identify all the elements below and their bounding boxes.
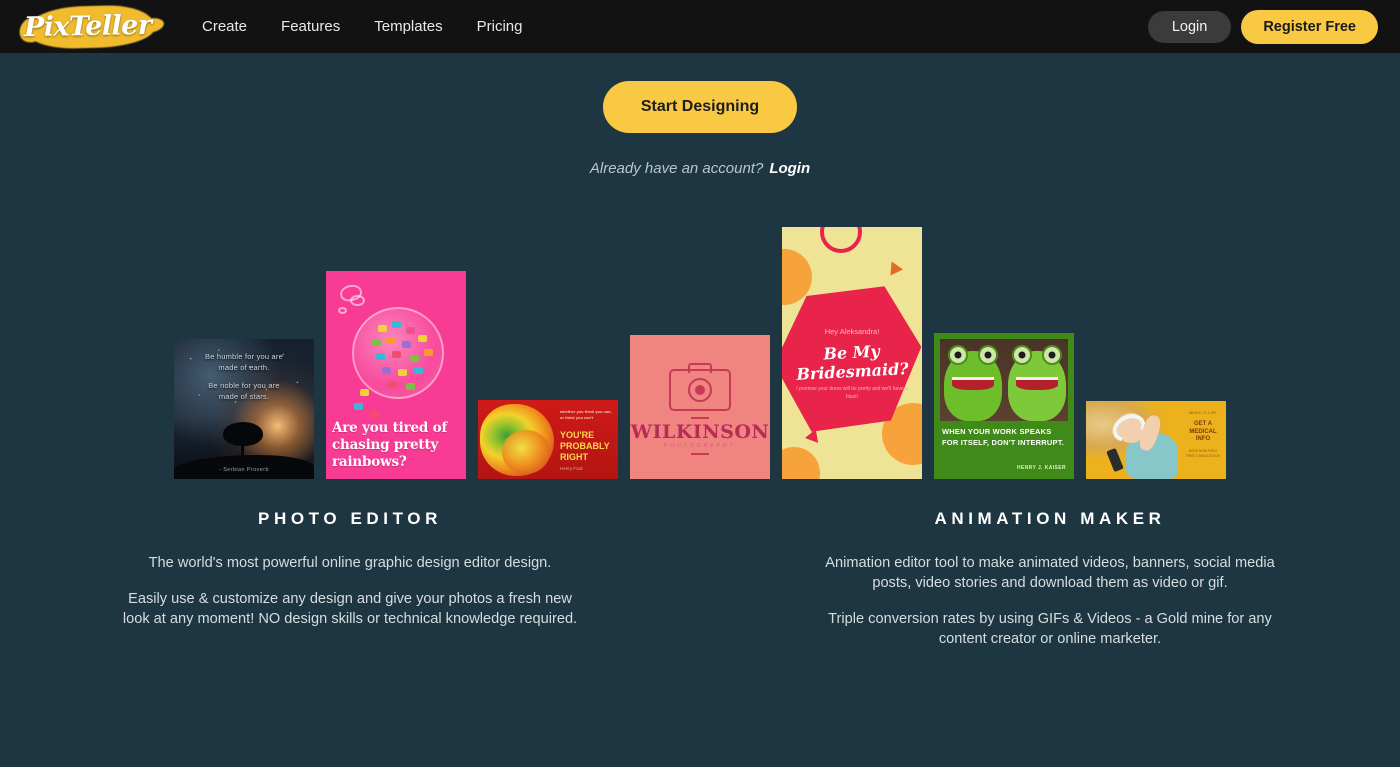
gallery-item-humble-stars-quote[interactable]: Be humble for you are made of earth. Be … [174,339,314,479]
feature-paragraph-1: Animation editor tool to make animated v… [825,555,1275,591]
gallery-item-be-my-bridesmaid[interactable]: Hey Aleksandra! Be My Bridesmaid? I prom… [782,227,922,479]
thumb-brand: WILKINSON [630,421,770,443]
feature-animation-maker: ANIMATION MAKER Animation editor tool to… [700,509,1400,649]
thumb-headline: Be My Bridesmaid? [795,341,910,384]
gallery-item-henry-ford-fish[interactable]: whether you think you can, or think you … [478,400,618,479]
thumb-attribution: HENRY J. KAISER [1016,465,1066,471]
feature-paragraph-1: The world's most powerful online graphic… [148,555,552,571]
gallery-item-candy-rainbows[interactable]: Are you tired of chasing pretty rainbows… [326,271,466,479]
feature-photo-editor: PHOTO EDITOR The world's most powerful o… [0,509,700,649]
nav-item-features[interactable]: Features [281,0,340,53]
kermit-photo [940,339,1068,421]
nav-item-templates[interactable]: Templates [374,0,442,53]
quote-attribution: - Serbian Proverb [219,467,269,473]
header-actions: Login Register Free [1147,9,1378,44]
thumb-note: I promise your dress will be pretty and … [796,386,908,400]
feature-title: PHOTO EDITOR [258,509,442,528]
hero-section: Start Designing Already have an account?… [0,53,1400,177]
camera-icon [669,369,731,411]
heart-icon-tiny [338,307,347,314]
template-gallery: Be humble for you are made of earth. Be … [0,221,1400,479]
circle-decoration [782,447,820,479]
logo-text: PixTeller [24,9,152,44]
thumb-greeting: Hey Aleksandra! [824,327,880,336]
feature-paragraph-2: Easily use & customize any design and gi… [122,591,578,627]
feature-title: ANIMATION MAKER [934,509,1166,528]
start-designing-button[interactable]: Start Designing [602,81,798,133]
divider-bottom [691,453,709,455]
thumb-quote: WHEN YOUR WORK SPEAKS FOR ITSELF, DON'T … [942,427,1064,447]
thumb-attribution: Henry Ford [560,466,583,471]
nav-item-create[interactable]: Create [202,0,247,53]
gallery-item-wilkinson-camera-logo[interactable]: WILKINSON PHOTOGRAPHY [630,335,770,479]
camera-lens-icon [688,378,712,402]
thumb-pretext: whether you think you can, or think you … [560,409,612,420]
login-button[interactable]: Login [1147,10,1232,43]
thumb-sub: BOOK NOW FOR A FREE CONSULTATION [1186,449,1220,458]
features-section: PHOTO EDITOR The world's most powerful o… [0,509,1400,649]
thumb-headline: YOU'RE PROBABLY RIGHT [560,430,610,462]
account-prompt: Already have an account? Login [0,160,1400,177]
site-header: PixTeller Create Features Templates Pric… [0,0,1400,53]
pixteller-logo[interactable]: PixTeller [18,2,158,52]
divider-top [691,417,709,419]
triangle-icon [803,429,819,445]
account-prompt-text: Already have an account? [589,160,764,177]
feature-paragraph-2: Triple conversion rates by using GIFs & … [828,611,1272,647]
tree-icon [222,422,263,458]
heart-icon-small [350,295,365,306]
fish-image-overlay [502,430,550,474]
gallery-item-music-headphones-ad[interactable]: MUSIC IS LIFE GET A MEDICAL INFO BOOK NO… [1086,401,1226,479]
nav-item-pricing[interactable]: Pricing [477,0,523,53]
thumb-headline: Are you tired of chasing pretty rainbows… [332,420,448,470]
frog-left [944,345,1002,421]
quote-text: Be humble for you are made of earth. Be … [205,352,283,401]
triangle-icon [890,261,904,277]
thumb-subtitle: PHOTOGRAPHY [664,443,736,449]
main-navigation: Create Features Templates Pricing [202,0,522,53]
thumb-headline: GET A MEDICAL INFO [1189,421,1217,442]
ring-decoration [820,227,862,253]
thumb-eyebrow: MUSIC IS LIFE [1189,411,1217,415]
gallery-item-kermit-work-speaks[interactable]: WHEN YOUR WORK SPEAKS FOR ITSELF, DON'T … [934,333,1074,479]
register-free-button[interactable]: Register Free [1241,9,1378,44]
hero-login-link[interactable]: Login [769,160,810,177]
frog-right [1008,345,1066,421]
